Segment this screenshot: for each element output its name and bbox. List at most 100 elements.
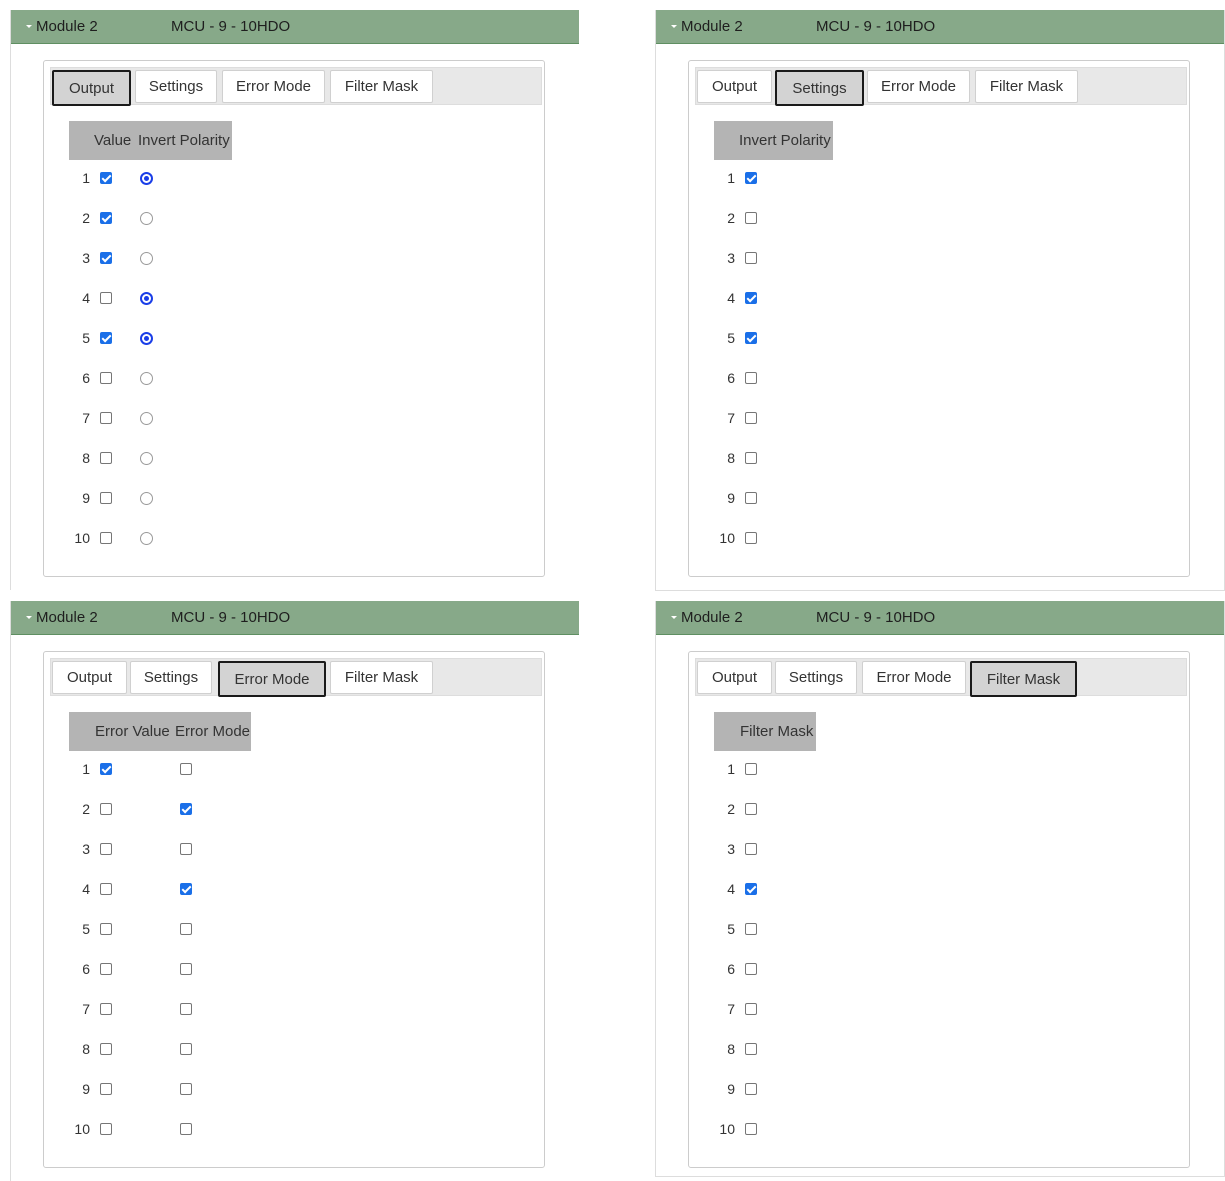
invert-polarity-radio[interactable] bbox=[140, 372, 153, 385]
error-value-checkbox[interactable] bbox=[100, 883, 112, 895]
error-mode-checkbox[interactable] bbox=[180, 843, 192, 855]
value-checkbox[interactable] bbox=[100, 492, 112, 504]
filter-mask-checkbox[interactable] bbox=[745, 763, 757, 775]
error-value-checkbox[interactable] bbox=[100, 843, 112, 855]
filter-mask-checkbox[interactable] bbox=[745, 963, 757, 975]
row-number: 8 bbox=[727, 450, 735, 466]
invert-polarity-radio[interactable] bbox=[140, 332, 153, 345]
tab-bar: Output Settings Error Mode Filter Mask bbox=[695, 67, 1187, 106]
invert-polarity-radio[interactable] bbox=[140, 452, 153, 465]
error-mode-checkbox[interactable] bbox=[180, 923, 192, 935]
invert-polarity-radio[interactable] bbox=[140, 252, 153, 265]
filter-mask-checkbox[interactable] bbox=[745, 1003, 757, 1015]
error-value-checkbox[interactable] bbox=[100, 1123, 112, 1135]
tab-output[interactable]: Output bbox=[52, 70, 131, 106]
tab-output[interactable]: Output bbox=[697, 661, 772, 694]
invert-polarity-radio[interactable] bbox=[140, 492, 153, 505]
invert-polarity-checkbox[interactable] bbox=[745, 292, 757, 304]
filter-mask-checkbox[interactable] bbox=[745, 1043, 757, 1055]
tab-settings[interactable]: Settings bbox=[135, 70, 217, 103]
row-number: 6 bbox=[727, 370, 735, 386]
collapse-arrow-icon[interactable] bbox=[671, 616, 677, 619]
error-value-checkbox[interactable] bbox=[100, 963, 112, 975]
value-checkbox[interactable] bbox=[100, 252, 112, 264]
filter-mask-checkbox[interactable] bbox=[745, 1123, 757, 1135]
tab-error-mode[interactable]: Error Mode bbox=[218, 661, 326, 697]
module-header[interactable]: Module 2 MCU - 9 - 10HDO bbox=[656, 601, 1224, 635]
invert-polarity-checkbox[interactable] bbox=[745, 332, 757, 344]
collapse-arrow-icon[interactable] bbox=[26, 616, 32, 619]
module-panel-error-mode: Module 2 MCU - 9 - 10HDO Output Settings… bbox=[10, 601, 579, 1181]
error-mode-checkbox[interactable] bbox=[180, 1003, 192, 1015]
error-value-checkbox[interactable] bbox=[100, 923, 112, 935]
invert-polarity-checkbox[interactable] bbox=[745, 412, 757, 424]
value-checkbox[interactable] bbox=[100, 172, 112, 184]
value-checkbox[interactable] bbox=[100, 212, 112, 224]
error-value-checkbox[interactable] bbox=[100, 1083, 112, 1095]
device-name: MCU - 9 - 10HDO bbox=[171, 609, 291, 626]
error-value-checkbox[interactable] bbox=[100, 763, 112, 775]
tab-settings[interactable]: Settings bbox=[775, 661, 857, 694]
value-checkbox[interactable] bbox=[100, 452, 112, 464]
tab-error-mode[interactable]: Error Mode bbox=[862, 661, 966, 694]
module-header[interactable]: Module 2 MCU - 9 - 10HDO bbox=[656, 10, 1224, 44]
tab-filter-mask[interactable]: Filter Mask bbox=[970, 661, 1077, 697]
error-mode-checkbox[interactable] bbox=[180, 763, 192, 775]
tab-settings[interactable]: Settings bbox=[130, 661, 212, 694]
device-name: MCU - 9 - 10HDO bbox=[171, 18, 291, 35]
filter-mask-checkbox[interactable] bbox=[745, 1083, 757, 1095]
value-checkbox[interactable] bbox=[100, 332, 112, 344]
value-checkbox[interactable] bbox=[100, 292, 112, 304]
invert-polarity-checkbox[interactable] bbox=[745, 492, 757, 504]
module-title: Module 2 bbox=[36, 18, 98, 35]
value-checkbox[interactable] bbox=[100, 412, 112, 424]
collapse-arrow-icon[interactable] bbox=[26, 25, 32, 28]
tab-filter-mask[interactable]: Filter Mask bbox=[975, 70, 1078, 103]
row-number: 6 bbox=[727, 961, 735, 977]
invert-polarity-radio[interactable] bbox=[140, 412, 153, 425]
invert-polarity-checkbox[interactable] bbox=[745, 212, 757, 224]
error-value-checkbox[interactable] bbox=[100, 803, 112, 815]
tab-error-mode[interactable]: Error Mode bbox=[222, 70, 325, 103]
row-number: 10 bbox=[74, 530, 90, 546]
row-number: 8 bbox=[82, 450, 90, 466]
error-mode-checkbox[interactable] bbox=[180, 1083, 192, 1095]
tab-output[interactable]: Output bbox=[52, 661, 127, 694]
error-mode-checkbox[interactable] bbox=[180, 963, 192, 975]
collapse-arrow-icon[interactable] bbox=[671, 25, 677, 28]
invert-polarity-checkbox[interactable] bbox=[745, 532, 757, 544]
tab-error-mode[interactable]: Error Mode bbox=[867, 70, 970, 103]
error-mode-checkbox[interactable] bbox=[180, 1123, 192, 1135]
module-header[interactable]: Module 2 MCU - 9 - 10HDO bbox=[11, 10, 579, 44]
filter-mask-checkbox[interactable] bbox=[745, 843, 757, 855]
tab-filter-mask[interactable]: Filter Mask bbox=[330, 70, 433, 103]
module-header[interactable]: Module 2 MCU - 9 - 10HDO bbox=[11, 601, 579, 635]
invert-polarity-radio[interactable] bbox=[140, 532, 153, 545]
value-checkbox[interactable] bbox=[100, 372, 112, 384]
error-mode-checkbox[interactable] bbox=[180, 1043, 192, 1055]
module-panel-filter-mask: Module 2 MCU - 9 - 10HDO Output Settings… bbox=[655, 601, 1225, 1177]
invert-polarity-checkbox[interactable] bbox=[745, 372, 757, 384]
row-number: 1 bbox=[82, 761, 90, 777]
error-value-checkbox[interactable] bbox=[100, 1043, 112, 1055]
filter-mask-checkbox[interactable] bbox=[745, 803, 757, 815]
invert-polarity-radio[interactable] bbox=[140, 292, 153, 305]
invert-polarity-checkbox[interactable] bbox=[745, 252, 757, 264]
filter-mask-checkbox[interactable] bbox=[745, 923, 757, 935]
invert-polarity-radio[interactable] bbox=[140, 172, 153, 185]
module-panel-output: Module 2 MCU - 9 - 10HDO Output Settings… bbox=[10, 10, 579, 590]
tab-filter-mask[interactable]: Filter Mask bbox=[330, 661, 433, 694]
invert-polarity-checkbox[interactable] bbox=[745, 452, 757, 464]
invert-polarity-radio[interactable] bbox=[140, 212, 153, 225]
error-mode-checkbox[interactable] bbox=[180, 883, 192, 895]
tab-settings[interactable]: Settings bbox=[775, 70, 864, 106]
tab-output[interactable]: Output bbox=[697, 70, 772, 103]
filter-mask-checkbox[interactable] bbox=[745, 883, 757, 895]
value-checkbox[interactable] bbox=[100, 532, 112, 544]
row-number: 5 bbox=[82, 330, 90, 346]
invert-polarity-checkbox[interactable] bbox=[745, 172, 757, 184]
row-number: 5 bbox=[727, 330, 735, 346]
error-mode-checkbox[interactable] bbox=[180, 803, 192, 815]
column-header-invert-polarity: Invert Polarity bbox=[739, 132, 831, 149]
error-value-checkbox[interactable] bbox=[100, 1003, 112, 1015]
